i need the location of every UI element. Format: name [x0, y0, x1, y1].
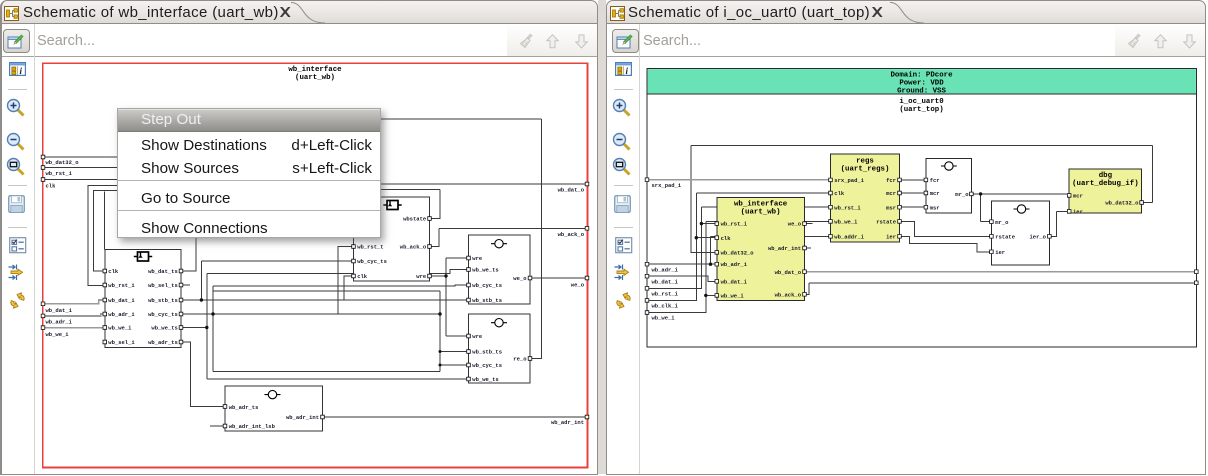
svg-text:wb_cyc_ts: wb_cyc_ts	[472, 282, 502, 289]
svg-text:wb_stb_ts: wb_stb_ts	[148, 297, 178, 304]
svg-text:wb_dat_o: wb_dat_o	[775, 269, 802, 276]
svg-text:wb_dat_o: wb_dat_o	[558, 186, 585, 193]
svg-text:wb_rst_i: wb_rst_i	[108, 282, 135, 289]
svg-text:wb_we_i: wb_we_i	[652, 315, 676, 322]
svg-text:wb_adr_i: wb_adr_i	[108, 311, 135, 318]
svg-text:wb_adr_ts: wb_adr_ts	[148, 339, 178, 346]
svg-text:(uart_wb): (uart_wb)	[741, 209, 781, 217]
svg-text:wb_sel_i: wb_sel_i	[108, 339, 135, 346]
svg-text:wb_dat_i: wb_dat_i	[108, 297, 135, 304]
svg-text:wb_we_ts: wb_we_ts	[472, 267, 498, 274]
svg-text:clk: clk	[357, 273, 368, 280]
svg-text:we_o: we_o	[571, 281, 585, 288]
svg-text:wb_stb_ts: wb_stb_ts	[472, 349, 502, 356]
svg-text:wb_sel_ts: wb_sel_ts	[148, 282, 178, 289]
svg-text:wre: wre	[472, 333, 483, 340]
svg-text:fcr: fcr	[886, 177, 896, 184]
svg-text:clk: clk	[721, 235, 732, 242]
svg-text:clk: clk	[46, 182, 57, 189]
svg-text:wb_we_ts: wb_we_ts	[472, 376, 498, 383]
svg-text:wb_we_i: wb_we_i	[834, 219, 858, 226]
svg-text:ier: ier	[995, 249, 1005, 256]
svg-text:re_o: re_o	[513, 356, 527, 363]
svg-text:mcr: mcr	[1073, 193, 1083, 200]
svg-text:dbg: dbg	[1099, 172, 1113, 180]
svg-text:wb_ack_o: wb_ack_o	[775, 291, 802, 298]
svg-text:mcr: mcr	[930, 190, 940, 197]
svg-text:wb_dat_i: wb_dat_i	[721, 278, 748, 285]
svg-text:regs: regs	[856, 157, 874, 165]
svg-text:wb_clk_i: wb_clk_i	[652, 303, 679, 310]
svg-text:wb_stb_ts: wb_stb_ts	[472, 297, 502, 304]
svg-text:wb_we_i: wb_we_i	[108, 325, 132, 332]
svg-text:wb_adr_i: wb_adr_i	[46, 318, 73, 325]
svg-text:wb_interface: wb_interface	[288, 66, 342, 74]
svg-text:wb_adr_int: wb_adr_int	[286, 414, 319, 421]
svg-text:clk: clk	[108, 268, 119, 275]
svg-text:wb_we_i: wb_we_i	[721, 293, 745, 300]
svg-text:srx_pad_i: srx_pad_i	[652, 182, 682, 189]
svg-text:(uart_top): (uart_top)	[899, 106, 943, 114]
svg-text:wb_rst_i: wb_rst_i	[721, 221, 748, 228]
svg-text:wb_adr_int: wb_adr_int	[551, 419, 584, 426]
svg-text:wb_addr_i: wb_addr_i	[834, 233, 864, 240]
svg-text:wb_we_i: wb_we_i	[46, 331, 70, 338]
svg-text:wb_we_ts: wb_we_ts	[151, 325, 177, 332]
svg-text:wb_adr_int_lsb: wb_adr_int_lsb	[229, 423, 276, 430]
svg-text:wb_cyc_ts: wb_cyc_ts	[472, 362, 502, 369]
svg-text:Power: VDD: Power: VDD	[899, 79, 944, 87]
svg-text:wb_rst_t: wb_rst_t	[357, 244, 383, 251]
svg-text:we_o: we_o	[513, 275, 527, 282]
svg-text:wb_ack_o: wb_ack_o	[400, 244, 427, 251]
svg-text:ier: ier	[886, 233, 896, 240]
svg-text:(uart_debug_if): (uart_debug_if)	[1072, 180, 1139, 188]
svg-text:ier_o: ier_o	[1029, 233, 1046, 240]
svg-text:wb_rst_i: wb_rst_i	[46, 170, 73, 177]
svg-text:wb_dat_i: wb_dat_i	[46, 307, 73, 314]
svg-text:wb_adr_ts: wb_adr_ts	[229, 404, 259, 411]
svg-text:wb_dat_i: wb_dat_i	[652, 279, 679, 286]
svg-text:rstate: rstate	[876, 219, 897, 226]
svg-text:mr_o: mr_o	[995, 219, 1009, 226]
svg-text:rstate: rstate	[995, 233, 1016, 240]
svg-text:wre: wre	[472, 255, 483, 262]
svg-text:we_o: we_o	[788, 221, 802, 228]
svg-text:(uart_regs): (uart_regs)	[841, 166, 890, 174]
svg-text:clk: clk	[834, 190, 845, 197]
svg-text:Domain: PDcore: Domain: PDcore	[890, 72, 953, 80]
svg-text:wb_dat32_o: wb_dat32_o	[721, 250, 755, 257]
svg-text:i_oc_uart0: i_oc_uart0	[899, 98, 944, 106]
svg-text:Ground: VSS: Ground: VSS	[897, 87, 946, 95]
svg-text:wb_cyc_ts: wb_cyc_ts	[148, 311, 178, 318]
svg-text:wb_adr_int: wb_adr_int	[768, 245, 801, 252]
svg-text:wb_ack_o: wb_ack_o	[558, 231, 585, 238]
svg-text:ier: ier	[1073, 209, 1083, 216]
svg-text:fcr: fcr	[930, 177, 940, 184]
svg-text:mr_o: mr_o	[955, 191, 969, 198]
svg-text:srx_pad_i: srx_pad_i	[834, 177, 864, 184]
svg-text:wb_adr_i: wb_adr_i	[721, 261, 748, 268]
svg-text:msr: msr	[886, 204, 896, 211]
svg-text:wb_cyc_ts: wb_cyc_ts	[357, 258, 387, 265]
svg-text:(uart_wb): (uart_wb)	[295, 74, 335, 82]
svg-text:wb_dat32_o: wb_dat32_o	[1105, 200, 1139, 207]
svg-text:msr: msr	[930, 204, 940, 211]
svg-text:wb_interface: wb_interface	[734, 201, 788, 209]
svg-text:wb_dat_ts: wb_dat_ts	[148, 268, 178, 275]
svg-text:wb_adr_i: wb_adr_i	[652, 266, 679, 273]
svg-text:wb_rst_i: wb_rst_i	[652, 291, 679, 298]
svg-text:wb_dat32_o: wb_dat32_o	[46, 159, 80, 166]
svg-text:wb_rst_i: wb_rst_i	[834, 204, 861, 211]
svg-text:wre: wre	[416, 273, 427, 280]
svg-text:mcr: mcr	[886, 190, 896, 197]
svg-text:wbstate: wbstate	[403, 216, 427, 223]
